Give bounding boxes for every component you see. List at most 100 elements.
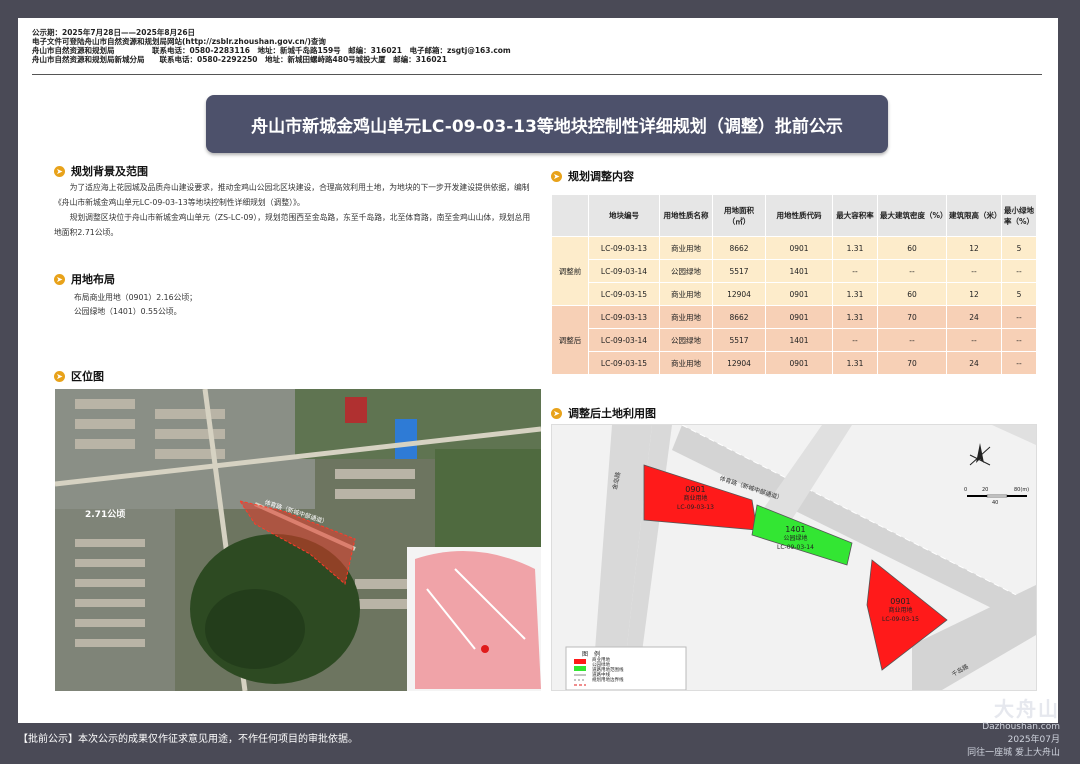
section-title: 规划背景及范围 <box>71 165 148 178</box>
layout-line-2: 公园绿地（1401）0.55公顷。 <box>74 307 182 316</box>
parcel-id: LC-09-03-15 <box>882 616 919 623</box>
scale-label: 80(m) <box>1014 487 1030 493</box>
planning-table: 地块编号 用地性质名称 用地面积（㎡） 用地性质代码 最大容积率 最大建筑密度（… <box>551 194 1037 375</box>
table-cell: -- <box>877 328 947 352</box>
table-cell: LC-09-03-14 <box>588 259 660 283</box>
table-cell: LC-09-03-13 <box>588 236 660 260</box>
bullet-icon: ➤ <box>54 370 65 382</box>
background-paragraph-1: 为了适应海上花园城及品质舟山建设要求，推动金鸡山公园北区块建设，合理高效利用土地… <box>54 183 530 207</box>
col-header: 用地面积（㎡） <box>712 194 766 237</box>
table-cell: 24 <box>946 305 1002 329</box>
table-cell: -- <box>832 259 878 283</box>
parcel-14-label[interactable]: 1401 公园绿地 LC-09-03-14 <box>777 525 814 552</box>
table-cell: LC-09-03-13 <box>588 305 660 329</box>
col-header <box>551 194 589 237</box>
parcel-name: 公园绿地 <box>783 535 808 542</box>
legend: 商业用地 公园绿地 道路用地范围线 道路中线 规划用地边界线 <box>592 658 624 683</box>
group-label: 调整后 <box>551 305 589 375</box>
notice-contact-1: 舟山市自然资源和规划局 联系电话：0580-2283116 地址：新城千岛路15… <box>32 46 511 55</box>
table-cell: -- <box>1001 305 1037 329</box>
table-cell: -- <box>1001 351 1037 375</box>
table-cell: 1.31 <box>832 305 878 329</box>
landuse-map[interactable]: 体育路（新城中部通道） 金岛路 千岛路 0901 商业用地 LC-09-03-1… <box>551 424 1037 691</box>
section-heading-landuse: ➤ 调整后土地利用图 <box>551 405 656 421</box>
parcel-name: 商业用地 <box>888 607 913 614</box>
col-header: 用地性质代码 <box>765 194 833 237</box>
table-cell: 1.31 <box>832 351 878 375</box>
bullet-icon: ➤ <box>551 407 562 419</box>
table-cell: 商业用地 <box>659 236 713 260</box>
section-heading-background: ➤ 规划背景及范围 <box>54 163 148 179</box>
section-title: 用地布局 <box>71 273 115 286</box>
legend-item: 规划用地边界线 <box>592 678 624 683</box>
bullet-icon: ➤ <box>54 165 65 177</box>
section-title: 区位图 <box>71 370 104 383</box>
table-cell: 0901 <box>765 236 833 260</box>
layout-line-1: 布局商业用地（0901）2.16公顷； <box>74 293 197 302</box>
group-label: 调整前 <box>551 236 589 306</box>
col-header: 建筑限高（米） <box>946 194 1002 237</box>
table-row: LC-09-03-15 商业用地 12904 0901 1.31 70 24 -… <box>552 351 1037 375</box>
scale-label: 0 <box>964 487 968 493</box>
table-cell: 5 <box>1001 282 1037 306</box>
table-cell: LC-09-03-15 <box>588 351 660 375</box>
table-cell: 12 <box>946 236 1002 260</box>
table-cell: -- <box>946 328 1002 352</box>
table-cell: 60 <box>877 236 947 260</box>
parcel-code: 0901 <box>890 597 911 606</box>
watermark-brand: 大舟山 <box>994 697 1060 721</box>
table-cell: 商业用地 <box>659 351 713 375</box>
col-header: 最小绿地率（%） <box>1001 194 1037 237</box>
notice-website[interactable]: 电子文件可登陆舟山市自然资源和规划局网站(http://zsblr.zhoush… <box>32 37 511 46</box>
col-header: 最大建筑密度（%） <box>877 194 948 237</box>
table-cell: LC-09-03-14 <box>588 328 660 352</box>
area-label: 2.71公顷 <box>85 510 126 520</box>
section-heading-location: ➤ 区位图 <box>54 368 104 384</box>
notice-info: 公示期：2025年7月28日——2025年8月26日 电子文件可登陆舟山市自然资… <box>32 28 511 64</box>
table-cell: 1.31 <box>832 282 878 306</box>
table-cell: -- <box>946 259 1002 283</box>
page-title: 舟山市新城金鸡山单元LC-09-03-13等地块控制性详细规划（调整）批前公示 <box>206 95 888 153</box>
table-cell: 1401 <box>765 259 833 283</box>
notice-period: 公示期：2025年7月28日——2025年8月26日 <box>32 28 196 37</box>
scale-label: 20 <box>982 487 989 493</box>
parcel-13-label[interactable]: 0901 商业用地 LC-09-03-13 <box>677 485 714 512</box>
table-cell: -- <box>877 259 947 283</box>
aerial-image <box>55 389 541 691</box>
legend-title: 图 例 <box>582 651 601 658</box>
table-cell: 12 <box>946 282 1002 306</box>
section-heading-content: ➤ 规划调整内容 <box>551 168 634 184</box>
section-heading-layout: ➤ 用地布局 <box>54 271 115 287</box>
col-header: 地块编号 <box>588 194 660 237</box>
divider <box>32 74 1042 75</box>
table-cell: 商业用地 <box>659 282 713 306</box>
table-row: LC-09-03-14 公园绿地 5517 1401 -- -- -- -- <box>552 259 1037 283</box>
col-header: 最大容积率 <box>832 194 878 237</box>
background-paragraph-2: 规划调整区块位于舟山市新城金鸡山单元（ZS-LC-09），规划范围西至金岛路，东… <box>54 213 531 237</box>
parcel-id: LC-09-03-13 <box>677 504 714 511</box>
table-cell: 8662 <box>712 305 766 329</box>
bullet-icon: ➤ <box>54 273 65 285</box>
col-header: 用地性质名称 <box>659 194 713 237</box>
table-cell: 0901 <box>765 305 833 329</box>
location-map[interactable]: 2.71公顷 体育路（新城中部通道） <box>55 389 541 691</box>
notice-contact-2: 舟山市自然资源和规划局新城分局 联系电话：0580-2292250 地址：新城田… <box>32 55 447 64</box>
watermark-date: 2025年07月 <box>1007 735 1060 745</box>
table-cell: 12904 <box>712 351 766 375</box>
table-row: 调整后 LC-09-03-13 商业用地 8662 0901 1.31 70 2… <box>551 305 1037 375</box>
table-cell: 公园绿地 <box>659 259 713 283</box>
table-row: LC-09-03-14 公园绿地 5517 1401 -- -- -- -- <box>552 328 1037 352</box>
table-row: 调整前 LC-09-03-13 商业用地 8662 0901 1.31 60 1… <box>551 236 1037 306</box>
table-cell: 0901 <box>765 351 833 375</box>
page-frame: 公示期：2025年7月28日——2025年8月26日 电子文件可登陆舟山市自然资… <box>0 0 1080 764</box>
table-cell: -- <box>832 328 878 352</box>
table-cell: 12904 <box>712 282 766 306</box>
watermark: 大舟山 Dazhoushan.com 2025年07月 同往一座城 爱上大舟山 <box>967 693 1060 758</box>
table-cell: 1401 <box>765 328 833 352</box>
parcel-name: 商业用地 <box>683 495 708 502</box>
watermark-site: Dazhoushan.com <box>982 722 1060 732</box>
table-cell: LC-09-03-15 <box>588 282 660 306</box>
table-cell: 70 <box>877 305 947 329</box>
parcel-15-label[interactable]: 0901 商业用地 LC-09-03-15 <box>882 597 919 624</box>
table-row: LC-09-03-15 商业用地 12904 0901 1.31 60 12 5 <box>552 282 1037 306</box>
